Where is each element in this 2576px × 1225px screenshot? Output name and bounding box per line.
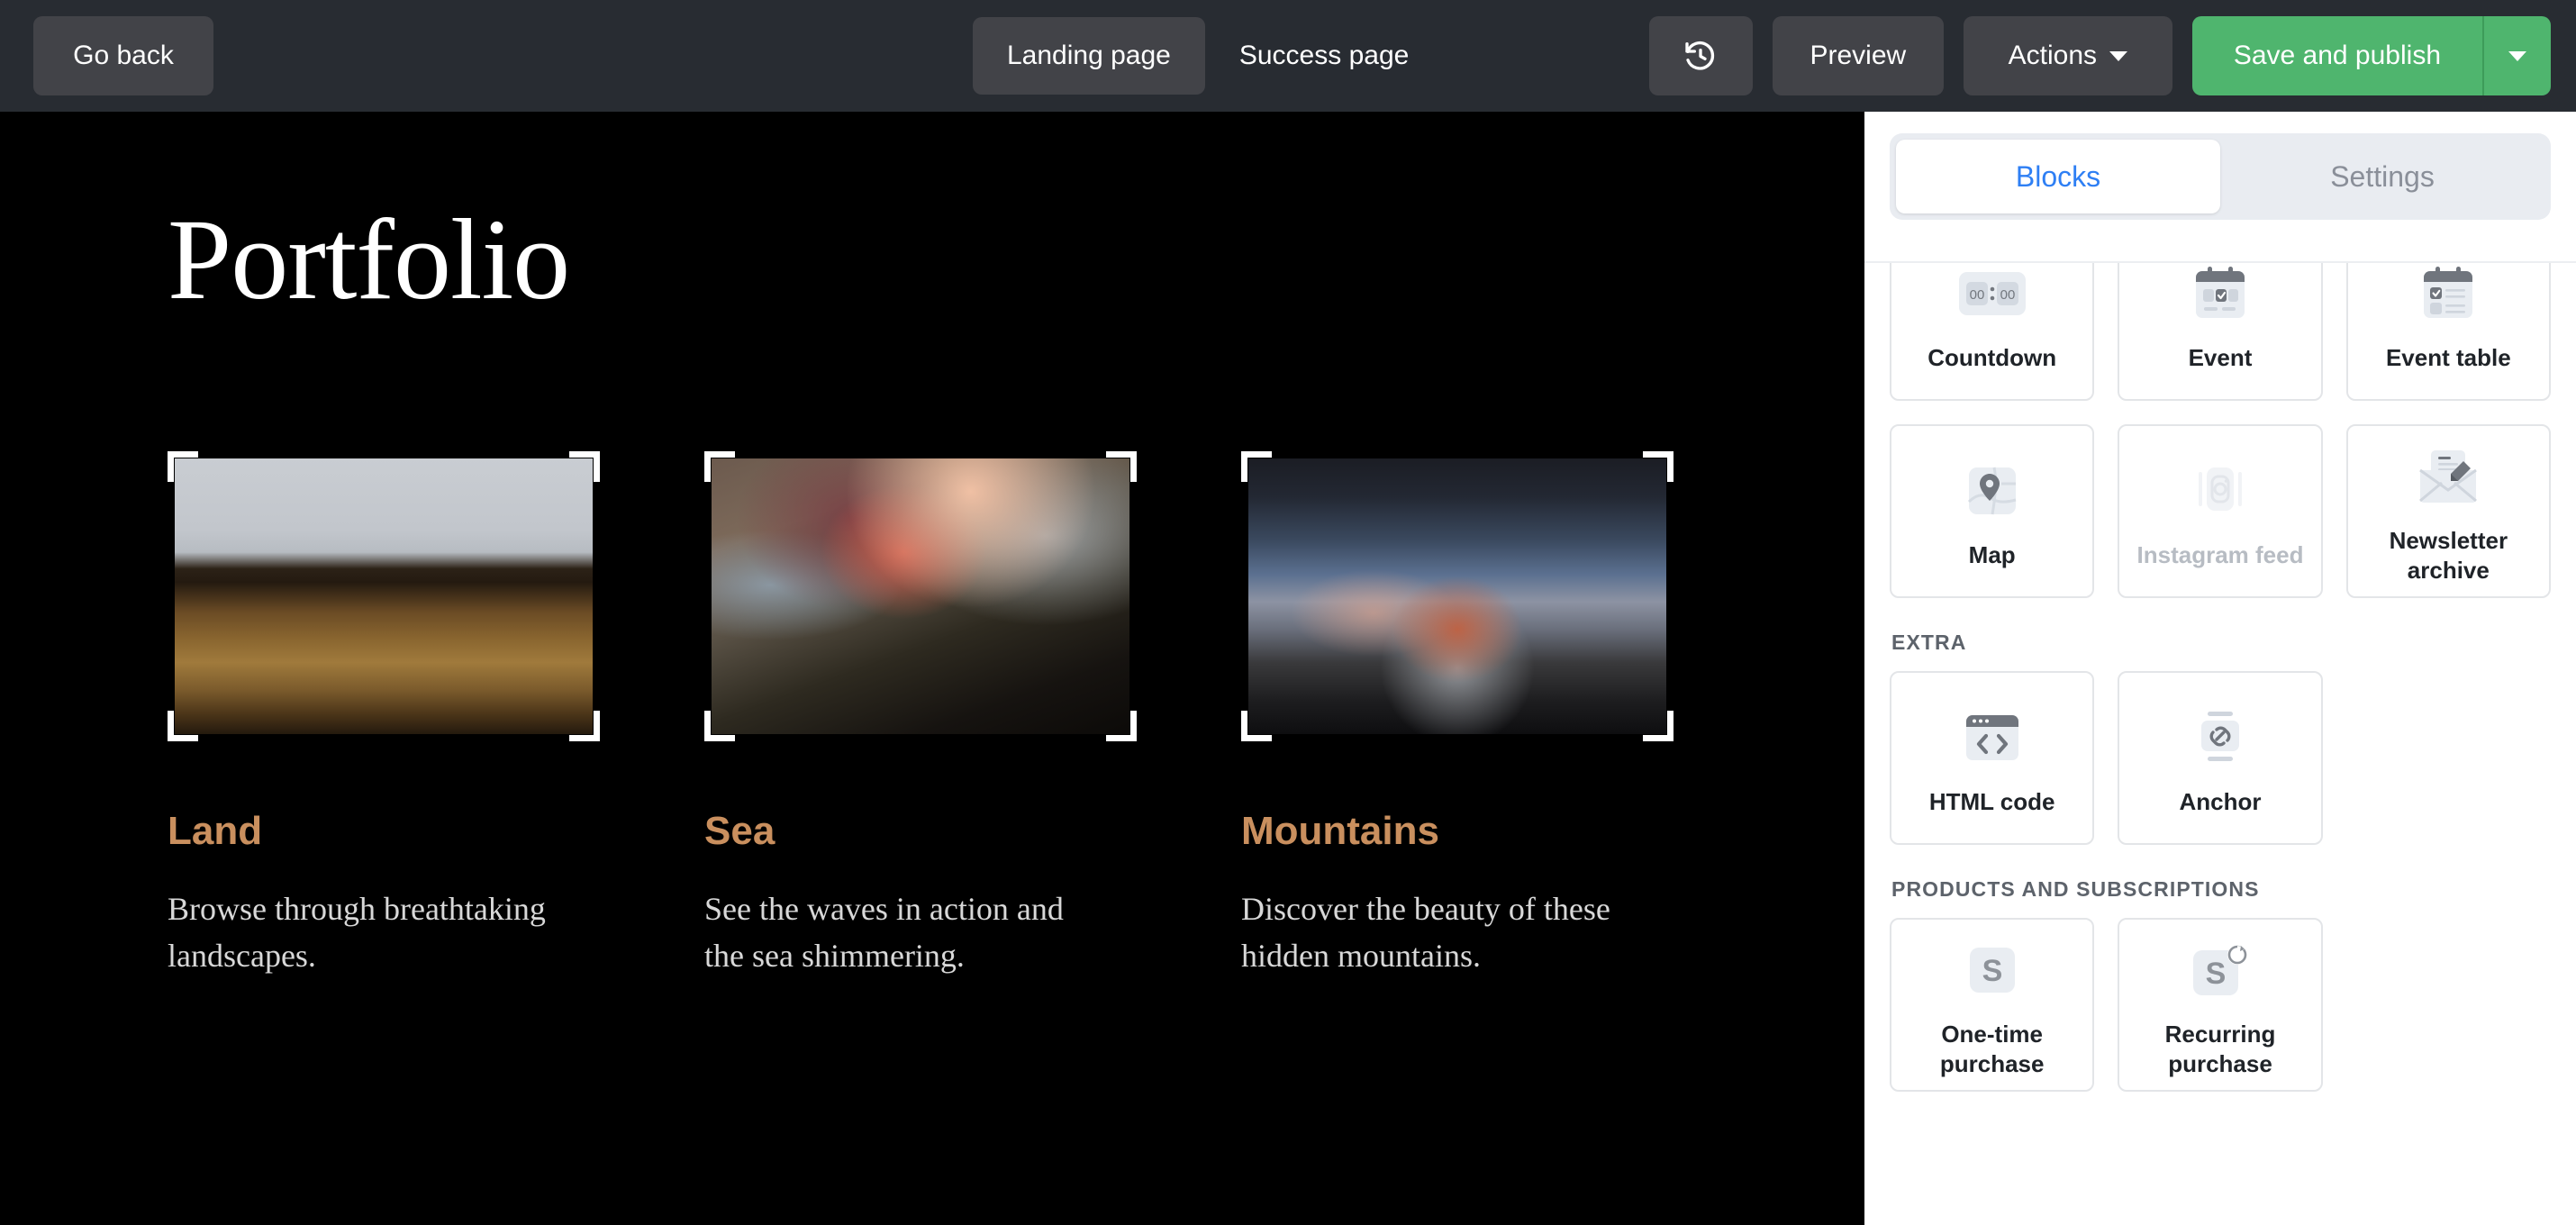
toolbar-actions: Preview Actions Save and publish	[1649, 16, 2551, 95]
crop-handle-bottom-right[interactable]	[569, 711, 600, 741]
history-undo-icon	[1683, 38, 1719, 74]
event-table-icon	[2419, 261, 2477, 332]
tab-success-page[interactable]: Success page	[1205, 17, 1443, 95]
block-map[interactable]: Map	[1890, 424, 2094, 598]
tab-settings[interactable]: Settings	[2220, 140, 2544, 213]
block-label: Recurring purchase	[2125, 1020, 2315, 1078]
save-and-publish-group: Save and publish	[2192, 16, 2551, 95]
crop-handle-top-right[interactable]	[1643, 451, 1673, 482]
newsletter-envelope-icon	[2417, 438, 2480, 515]
block-label: Map	[1969, 540, 2016, 570]
card-heading[interactable]: Mountains	[1241, 812, 1673, 851]
tab-blocks[interactable]: Blocks	[1896, 140, 2220, 213]
block-one-time-purchase[interactable]: S One-time purchase	[1890, 918, 2094, 1092]
block-recurring-purchase[interactable]: S Recurring purchase	[2118, 918, 2322, 1092]
block-countdown[interactable]: 00 00 Countdown	[1890, 261, 2094, 401]
svg-text:S: S	[2206, 957, 2227, 991]
block-html-code[interactable]: HTML code	[1890, 671, 2094, 845]
svg-text:00: 00	[2000, 287, 2015, 303]
card-body-text[interactable]: Discover the beauty of these hidden moun…	[1241, 885, 1628, 979]
page-tabs: Landing page Success page	[973, 17, 1443, 95]
block-label: Newsletter archive	[2354, 526, 2544, 585]
card-heading[interactable]: Land	[168, 812, 600, 851]
crop-handle-bottom-left[interactable]	[1241, 711, 1272, 741]
block-label: Countdown	[1927, 343, 2056, 373]
segmented-control: Blocks Settings	[1890, 133, 2551, 220]
page-title[interactable]: Portfolio	[168, 202, 569, 317]
map-pin-icon	[1964, 452, 2021, 530]
stripe-s-icon: S	[1966, 931, 2018, 1009]
blocks-grid-extra: HTML code Anchor	[1890, 671, 2551, 845]
block-label: HTML code	[1929, 787, 2055, 817]
block-event[interactable]: Event	[2118, 261, 2322, 401]
block-instagram-feed: Instagram feed	[2118, 424, 2322, 598]
blocks-grid-products: S One-time purchase S Recurring	[1890, 918, 2551, 1092]
crop-handle-bottom-left[interactable]	[704, 711, 735, 741]
card-heading[interactable]: Sea	[704, 812, 1137, 851]
crop-handle-top-right[interactable]	[1106, 451, 1137, 482]
blocks-grid: Map Instagram feed	[1890, 424, 2551, 598]
image-block-selected[interactable]	[168, 451, 600, 741]
block-label: Event table	[2386, 343, 2511, 373]
crop-handle-bottom-right[interactable]	[1106, 711, 1137, 741]
section-heading-products: PRODUCTS AND SUBSCRIPTIONS	[1891, 877, 2551, 902]
portfolio-card[interactable]: Mountains Discover the beauty of these h…	[1241, 451, 1673, 979]
block-event-table[interactable]: Event table	[2346, 261, 2551, 401]
blocks-panel: Blocks Settings 00 00 Coun	[1864, 112, 2576, 1225]
block-label: One-time purchase	[1897, 1020, 2087, 1078]
block-label: Instagram feed	[2137, 540, 2304, 570]
block-newsletter-archive[interactable]: Newsletter archive	[2346, 424, 2551, 598]
version-history-button[interactable]	[1649, 16, 1753, 95]
image-block-selected[interactable]	[704, 451, 1137, 741]
section-heading-extra: EXTRA	[1891, 631, 2551, 655]
chevron-down-icon	[2508, 51, 2526, 61]
block-label: Anchor	[2179, 787, 2261, 817]
crop-handle-bottom-right[interactable]	[1643, 711, 1673, 741]
crop-handle-top-left[interactable]	[1241, 451, 1272, 482]
editor-toolbar: Go back Landing page Success page Previe…	[0, 0, 2576, 112]
page-canvas[interactable]: Portfolio Land Browse through breathtaki…	[0, 112, 1864, 1225]
anchor-link-icon	[2191, 699, 2250, 776]
crop-handle-top-left[interactable]	[168, 451, 198, 482]
card-image-land[interactable]	[175, 458, 593, 734]
actions-menu-button[interactable]: Actions	[1964, 16, 2172, 95]
card-body-text[interactable]: Browse through breathtaking landscapes.	[168, 885, 555, 979]
card-image-mountains[interactable]	[1248, 458, 1666, 734]
card-image-sea[interactable]	[712, 458, 1129, 734]
panel-tabs: Blocks Settings	[1864, 112, 2576, 240]
block-label: Event	[2189, 343, 2253, 373]
html-code-icon	[1963, 699, 2022, 776]
actions-label: Actions	[2009, 41, 2097, 71]
crop-handle-bottom-left[interactable]	[168, 711, 198, 741]
portfolio-cards: Land Browse through breathtaking landsca…	[168, 451, 1673, 979]
chevron-down-icon	[2109, 51, 2127, 61]
crop-handle-top-left[interactable]	[704, 451, 735, 482]
countdown-icon: 00 00	[1957, 261, 2027, 332]
image-block-selected[interactable]	[1241, 451, 1673, 741]
save-and-publish-button[interactable]: Save and publish	[2192, 16, 2482, 95]
preview-button[interactable]: Preview	[1773, 16, 1944, 95]
block-anchor[interactable]: Anchor	[2118, 671, 2322, 845]
calendar-event-icon	[2191, 261, 2249, 332]
card-body-text[interactable]: See the waves in action and the sea shim…	[704, 885, 1092, 979]
svg-text:S: S	[1982, 954, 2002, 988]
crop-handle-top-right[interactable]	[569, 451, 600, 482]
blocks-grid: 00 00 Countdown	[1890, 261, 2551, 401]
portfolio-card[interactable]: Land Browse through breathtaking landsca…	[168, 451, 600, 979]
portfolio-card[interactable]: Sea See the waves in action and the sea …	[704, 451, 1137, 979]
publish-options-button[interactable]	[2482, 16, 2551, 95]
stripe-s-recurring-icon: S	[2190, 931, 2251, 1009]
instagram-icon	[2191, 452, 2249, 530]
svg-text:00: 00	[1969, 287, 1984, 303]
blocks-scroll-area[interactable]: 00 00 Countdown	[1864, 261, 2576, 1225]
go-back-button[interactable]: Go back	[33, 16, 213, 95]
tab-landing-page[interactable]: Landing page	[973, 17, 1205, 95]
